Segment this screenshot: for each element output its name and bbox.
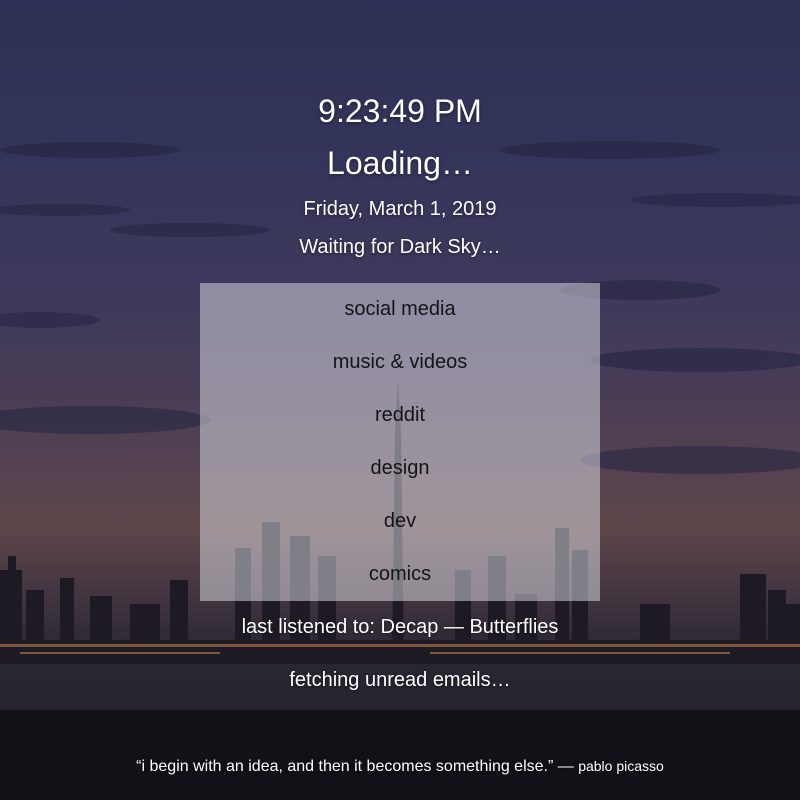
menu-item-dev[interactable]: dev [200, 509, 600, 533]
menu-item-design[interactable]: design [200, 456, 600, 480]
clock-time: 9:23:49 PM [318, 93, 482, 129]
email-status: fetching unread emails… [289, 669, 511, 691]
quote-author: pablo picasso [578, 758, 664, 774]
weather-source-note: Waiting for Dark Sky… [299, 236, 501, 258]
menu-item-comics[interactable]: comics [200, 562, 600, 586]
current-date: Friday, March 1, 2019 [303, 198, 497, 220]
menu-item-social-media[interactable]: social media [200, 297, 600, 321]
quote-text: “i begin with an idea, and then it becom… [136, 758, 579, 775]
menu-item-music-videos[interactable]: music & videos [200, 350, 600, 374]
menu-item-reddit[interactable]: reddit [200, 403, 600, 427]
weather-status: Loading… [327, 145, 473, 181]
bookmark-menu-panel: social media music & videos reddit desig… [200, 283, 600, 601]
last-listened-track: last listened to: Decap — Butterflies [241, 616, 559, 638]
quote: “i begin with an idea, and then it becom… [0, 756, 800, 777]
